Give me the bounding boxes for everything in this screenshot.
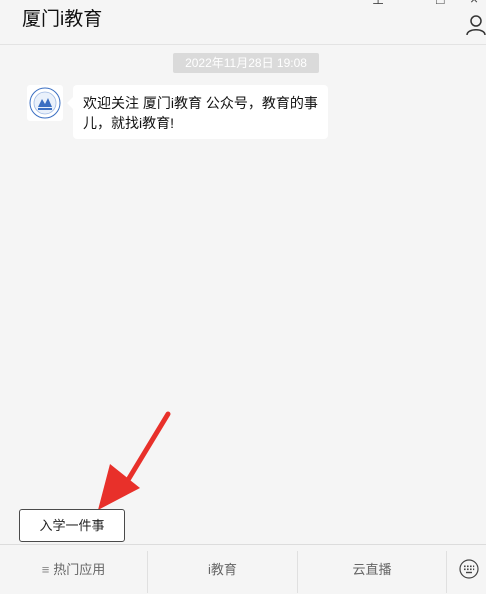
pin-icon[interactable]: ⊥ xyxy=(372,0,384,6)
user-icon[interactable] xyxy=(466,14,486,36)
close-icon[interactable]: × xyxy=(470,0,478,6)
menu-item-hot-apps[interactable]: ≡ 热门应用 xyxy=(0,545,147,594)
annotation-arrow-icon xyxy=(98,411,171,510)
maximize-icon[interactable]: □ xyxy=(436,0,444,6)
quick-reply-button[interactable]: 入学一件事 xyxy=(19,509,125,542)
message-text-line2: 儿，就找i教育! xyxy=(83,115,174,131)
message-timestamp: 2022年11月28日 19:08 xyxy=(173,53,319,73)
message-text-line1: 欢迎关注 厦门i教育 公众号，教育的事 xyxy=(83,95,318,111)
account-avatar[interactable] xyxy=(27,85,63,121)
menu-lines-icon: ≡ xyxy=(41,562,50,577)
window-title: 厦门i教育 xyxy=(22,9,103,30)
menu-item-cloud-live[interactable]: 云直播 xyxy=(298,545,446,594)
menu-item-label: 云直播 xyxy=(352,562,392,577)
keyboard-icon[interactable] xyxy=(459,559,479,579)
account-logo-icon xyxy=(29,87,61,119)
menu-divider xyxy=(446,551,447,593)
title-bar: 厦门i教育 ⊥ □ × xyxy=(0,0,486,45)
bottom-menu: ≡ 热门应用 i教育 云直播 xyxy=(0,544,486,594)
menu-item-label: i教育 xyxy=(208,562,237,577)
message-bubble: 欢迎关注 厦门i教育 公众号，教育的事 儿，就找i教育! xyxy=(67,85,328,139)
menu-item-label: 热门应用 xyxy=(53,562,106,577)
menu-item-i-education[interactable]: i教育 xyxy=(148,545,297,594)
